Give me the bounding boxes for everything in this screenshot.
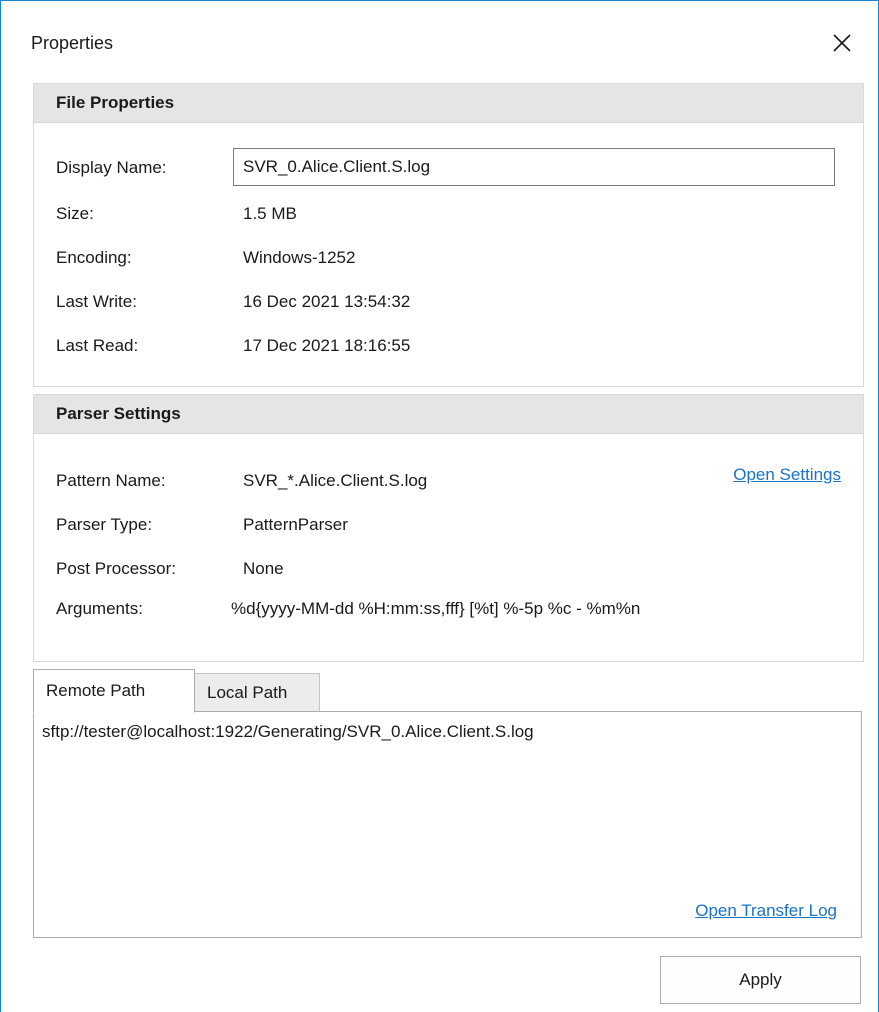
pattern-name-label: Pattern Name: (56, 471, 166, 490)
title-bar: Properties (1, 1, 878, 81)
close-icon (833, 34, 851, 52)
encoding-value: Windows-1252 (243, 248, 356, 267)
tab-remote-path[interactable]: Remote Path (33, 669, 195, 713)
display-name-input[interactable] (233, 148, 835, 186)
size-label: Size: (56, 204, 94, 223)
last-write-value: 16 Dec 2021 13:54:32 (243, 292, 411, 311)
window-title: Properties (31, 33, 114, 53)
last-read-value: 17 Dec 2021 18:16:55 (243, 336, 411, 355)
remote-path-text: sftp://tester@localhost:1922/Generating/… (42, 722, 534, 741)
parser-settings-header: Parser Settings (34, 395, 863, 434)
parser-type-value: PatternParser (243, 515, 348, 534)
open-transfer-log-link[interactable]: Open Transfer Log (695, 901, 837, 921)
arguments-label: Arguments: (56, 599, 143, 618)
last-read-label: Last Read: (56, 336, 139, 355)
apply-button[interactable]: Apply (660, 956, 861, 1004)
arguments-value: %d{yyyy-MM-dd %H:mm:ss,fff} [%t] %-5p %c… (231, 599, 641, 618)
last-write-label: Last Write: (56, 292, 137, 311)
tab-local-path[interactable]: Local Path (194, 673, 320, 711)
parser-type-label: Parser Type: (56, 515, 153, 534)
display-name-label: Display Name: (56, 158, 167, 177)
pattern-name-value: SVR_*.Alice.Client.S.log (243, 471, 428, 490)
size-value: 1.5 MB (243, 204, 297, 223)
properties-dialog: Properties File Properties Display Name:… (0, 0, 879, 1012)
encoding-label: Encoding: (56, 248, 132, 267)
file-properties-group: File Properties Display Name: Size: 1.5 … (33, 83, 864, 387)
parser-settings-group: Parser Settings Pattern Name: SVR_*.Alic… (33, 394, 864, 662)
post-processor-label: Post Processor: (56, 559, 176, 578)
post-processor-value: None (243, 559, 284, 578)
close-button[interactable] (828, 29, 856, 57)
remote-path-panel: sftp://tester@localhost:1922/Generating/… (33, 711, 862, 938)
open-settings-link[interactable]: Open Settings (733, 465, 841, 485)
file-properties-header: File Properties (34, 84, 863, 123)
